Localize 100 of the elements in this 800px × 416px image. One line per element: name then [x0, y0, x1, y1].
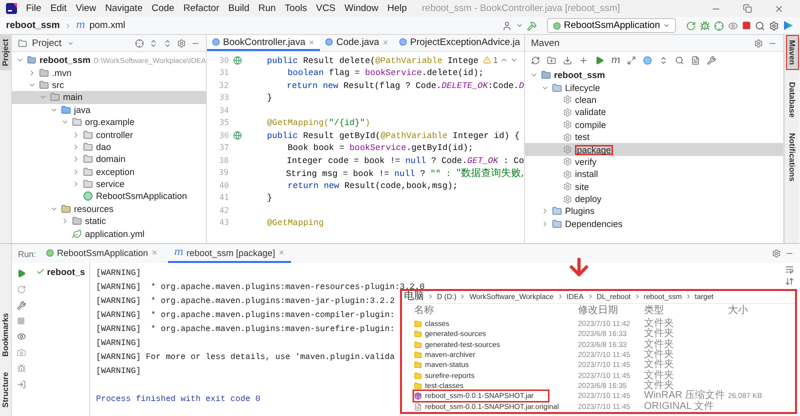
search-icon[interactable] — [755, 20, 765, 30]
menu-item[interactable]: Refactor — [183, 3, 220, 14]
tree-item[interactable]: Dependencies — [525, 218, 783, 230]
rerun-icon[interactable] — [16, 285, 26, 294]
bug-icon[interactable] — [16, 364, 26, 373]
editor-tab[interactable]: BookController.java — [207, 35, 320, 51]
tree-item[interactable]: test — [525, 130, 783, 144]
restore-icon[interactable] — [743, 4, 752, 12]
tree-item[interactable]: resources — [12, 202, 206, 216]
menu-item[interactable]: Run — [258, 3, 276, 14]
panel-title[interactable]: Project — [32, 38, 62, 48]
chevron-up-icon[interactable] — [500, 56, 508, 64]
tree-item[interactable]: src — [12, 78, 206, 92]
tree-item[interactable]: domain — [12, 153, 206, 166]
locate-icon[interactable] — [135, 38, 144, 48]
tree-item[interactable]: reboot_ssm — [525, 69, 783, 82]
tree-item[interactable]: verify — [525, 156, 783, 168]
tool-window-tab[interactable]: Database — [786, 78, 798, 122]
tree-item[interactable]: controller — [12, 128, 206, 141]
menu-item[interactable]: Code — [152, 3, 174, 14]
run-tab[interactable]: m reboot_ssm [package] — [168, 244, 292, 263]
menu-item[interactable]: Help — [387, 3, 407, 14]
collapse-icon[interactable] — [163, 38, 172, 48]
folder-plus-icon[interactable] — [547, 56, 556, 65]
tree-item[interactable]: validate — [525, 106, 783, 119]
tool-window-tab[interactable]: Structure — [0, 368, 11, 412]
tree-item[interactable]: Plugins — [525, 205, 783, 218]
plugin-logo-icon[interactable] — [783, 20, 794, 31]
tree-item[interactable]: Lifecycle — [525, 81, 783, 94]
column-header[interactable]: 大小 — [728, 306, 795, 316]
tool-window-tab[interactable]: Maven — [786, 35, 798, 70]
user-icon[interactable] — [502, 20, 512, 30]
run-icon[interactable] — [16, 269, 26, 278]
run-tree-item[interactable]: reboot_s — [47, 267, 86, 277]
chevron-down-icon[interactable] — [66, 40, 74, 46]
download-icon[interactable] — [563, 56, 572, 65]
execute-goal-icon[interactable]: m — [611, 55, 620, 66]
close-icon — [382, 38, 390, 46]
eye-icon[interactable] — [16, 332, 26, 341]
tree-item[interactable]: exception — [12, 166, 206, 178]
menu-item[interactable]: Tools — [284, 3, 307, 14]
menu-item[interactable]: File — [26, 3, 42, 14]
column-header[interactable]: 类型 — [644, 306, 728, 316]
tree-item[interactable]: package — [525, 143, 783, 156]
tree-item[interactable]: install — [525, 168, 783, 181]
tree-item[interactable]: main — [12, 91, 206, 104]
run-icon[interactable] — [595, 56, 604, 65]
tree-item[interactable]: RebootSsmApplication — [12, 190, 206, 203]
tool-window-tab[interactable]: Project — [0, 35, 11, 70]
bug-icon[interactable] — [700, 20, 710, 30]
refresh-icon[interactable] — [531, 56, 540, 65]
menu-item[interactable]: Navigate — [105, 3, 143, 14]
tree-item[interactable]: .mvn — [12, 66, 206, 79]
menu-item[interactable]: Build — [228, 3, 250, 14]
exit-icon[interactable] — [16, 380, 26, 389]
stop-icon[interactable] — [17, 317, 25, 325]
sort-icon[interactable] — [784, 277, 794, 286]
wrench-icon[interactable] — [707, 56, 716, 65]
tree-item[interactable]: site — [525, 180, 783, 193]
tool-window-tab[interactable]: Bookmarks — [0, 308, 11, 360]
wrench-icon[interactable] — [16, 301, 26, 310]
tree-item[interactable]: clean — [525, 94, 783, 106]
tree-item[interactable]: static — [12, 215, 206, 228]
settings-icon[interactable] — [177, 38, 186, 48]
settings-icon[interactable] — [772, 249, 781, 258]
tree-item[interactable]: java — [12, 104, 206, 116]
editor-tab[interactable]: Code.java — [320, 35, 394, 51]
search-icon[interactable] — [675, 56, 684, 65]
tool-window-tab[interactable]: Notifications — [786, 129, 798, 186]
close-icon[interactable] — [774, 4, 784, 14]
rerun-icon[interactable] — [686, 20, 696, 30]
chevron-down-icon[interactable] — [510, 56, 518, 64]
run-config-dropdown[interactable]: RebootSsmApplication — [546, 18, 676, 33]
column-header[interactable]: 名称 — [414, 306, 578, 316]
menu-item[interactable]: View — [76, 3, 96, 14]
tree-item[interactable]: application.yml — [12, 227, 206, 240]
breadcrumb-project[interactable]: reboot_ssm — [6, 20, 60, 31]
hammer-icon[interactable] — [526, 20, 537, 30]
wrap-icon[interactable] — [784, 265, 794, 274]
camera-icon[interactable] — [16, 348, 26, 357]
expand-icon[interactable] — [149, 38, 158, 48]
settings-icon[interactable] — [769, 20, 779, 30]
plus-icon[interactable] — [579, 56, 588, 65]
tree-item[interactable]: service — [12, 178, 206, 190]
tree-item[interactable]: deploy — [525, 192, 783, 206]
run-tab[interactable]: RebootSsmApplication — [40, 244, 164, 263]
collapse-icon[interactable] — [659, 56, 668, 65]
settings-icon[interactable] — [754, 38, 763, 48]
tree-item[interactable]: compile — [525, 118, 783, 131]
path-segment[interactable]: 电脑 — [404, 292, 424, 302]
breadcrumb-file[interactable]: pom.xml — [89, 20, 126, 31]
tree-item[interactable]: dao — [12, 140, 206, 154]
editor-tab[interactable]: ProjectExceptionAdvice.ja — [394, 35, 524, 51]
tree-item[interactable]: org.example — [12, 116, 206, 128]
menu-item[interactable]: Window — [344, 3, 378, 14]
stop-icon[interactable] — [742, 21, 751, 30]
menu-item[interactable]: Edit — [50, 3, 67, 14]
column-header[interactable]: 修改日期 — [578, 306, 644, 316]
chevron-down-icon[interactable] — [516, 22, 523, 29]
menu-item[interactable]: VCS — [316, 3, 336, 14]
